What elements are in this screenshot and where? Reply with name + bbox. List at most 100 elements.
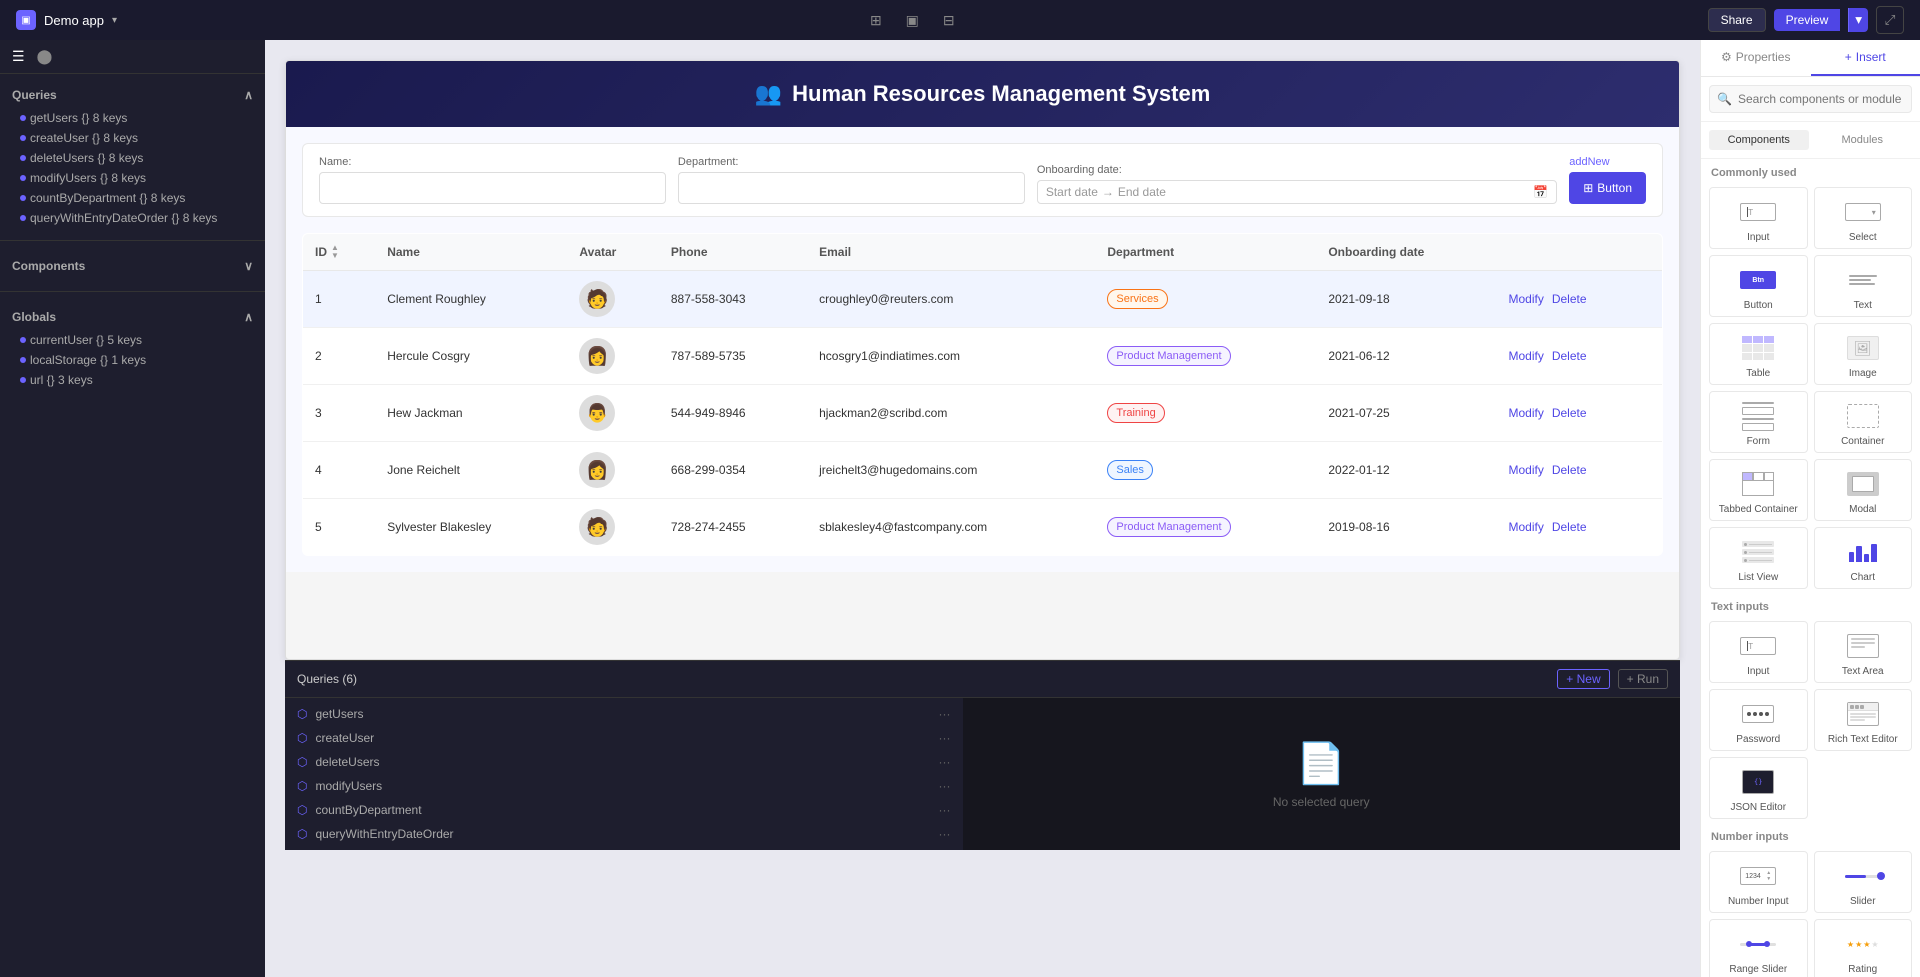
sort-icon[interactable]: ▲▼ (331, 244, 339, 260)
modify-link[interactable]: Modify (1509, 292, 1544, 306)
modify-link[interactable]: Modify (1509, 520, 1544, 534)
modify-link[interactable]: Modify (1509, 406, 1544, 420)
avatar: 👩 (579, 452, 615, 488)
query-item-createuser[interactable]: ⬡createUser ··· (285, 726, 963, 750)
component-rating[interactable]: ★ ★ ★ ★ Rating (1814, 919, 1913, 977)
layout-btn-2[interactable]: ▣ (902, 8, 923, 33)
component-textarea[interactable]: Text Area (1814, 621, 1913, 683)
tab-modules[interactable]: Modules (1813, 130, 1913, 150)
modify-link[interactable]: Modify (1509, 349, 1544, 363)
query-more-icon[interactable]: ··· (939, 827, 951, 841)
component-form[interactable]: Form (1709, 391, 1808, 453)
sidebar-item-getusers[interactable]: getUsers {} 8 keys (12, 108, 253, 128)
component-text-input[interactable]: T Input (1709, 621, 1808, 683)
component-button[interactable]: Btn Button (1709, 255, 1808, 317)
component-text[interactable]: Text (1814, 255, 1913, 317)
share-button[interactable]: Share (1708, 8, 1766, 32)
delete-link[interactable]: Delete (1552, 406, 1587, 420)
query-more-icon[interactable]: ··· (939, 803, 951, 817)
table-row[interactable]: 3 Hew Jackman 👨 544-949-8946 hjackman2@s… (303, 385, 1663, 442)
commonly-used-section: Commonly used T Input ▾ Select Btn (1701, 159, 1920, 977)
textarea-label: Text Area (1821, 666, 1906, 678)
list-view-icon (1716, 536, 1801, 568)
table-row[interactable]: 2 Hercule Cosgry 👩 787-589-5735 hcosgry1… (303, 328, 1663, 385)
table-row[interactable]: 4 Jone Reichelt 👩 668-299-0354 jreichelt… (303, 442, 1663, 499)
sidebar-menu-icon[interactable]: ☰ (12, 48, 25, 65)
table-icon (1716, 332, 1801, 364)
component-select[interactable]: ▾ Select (1814, 187, 1913, 249)
component-number-input[interactable]: 1234 ▲▼ Number Input (1709, 851, 1808, 913)
layout-btn-3[interactable]: ⊟ (939, 8, 959, 33)
component-rich-text[interactable]: Rich Text Editor (1814, 689, 1913, 751)
component-chart[interactable]: Chart (1814, 527, 1913, 589)
search-input[interactable] (1709, 85, 1912, 113)
query-more-icon[interactable]: ··· (939, 731, 951, 745)
sidebar-item-localstorage[interactable]: localStorage {} 1 keys (12, 350, 253, 370)
table-row[interactable]: 5 Sylvester Blakesley 🧑 728-274-2455 sbl… (303, 499, 1663, 556)
cell-name: Sylvester Blakesley (375, 499, 567, 556)
component-tabbed-container[interactable]: Tabbed Container (1709, 459, 1808, 521)
queries-count: Queries (6) (297, 672, 357, 686)
preview-button[interactable]: Preview (1774, 9, 1841, 31)
add-button[interactable]: ⊞ Button (1569, 172, 1646, 204)
sidebar-dot-icon[interactable]: ⬤ (37, 48, 53, 65)
run-button[interactable]: + Run (1618, 669, 1668, 689)
cell-email: sblakesley4@fastcompany.com (807, 499, 1095, 556)
query-item-label: modifyUsers (315, 779, 382, 793)
sidebar-item-deleteusers[interactable]: deleteUsers {} 8 keys (12, 148, 253, 168)
number-input-label: Number Input (1716, 896, 1801, 908)
query-more-icon[interactable]: ··· (939, 779, 951, 793)
query-item-deleteusers[interactable]: ⬡deleteUsers ··· (285, 750, 963, 774)
layout-btn-1[interactable]: ⊞ (866, 8, 886, 33)
component-password[interactable]: Password (1709, 689, 1808, 751)
tab-insert[interactable]: + Insert (1811, 40, 1920, 76)
delete-link[interactable]: Delete (1552, 520, 1587, 534)
query-item-getusers[interactable]: ⬡getUsers ··· (285, 702, 963, 726)
tab-properties[interactable]: ⚙ Properties (1701, 40, 1811, 76)
filter-department-select[interactable] (678, 172, 1025, 204)
query-item-modifyusers[interactable]: ⬡modifyUsers ··· (285, 774, 963, 798)
component-slider[interactable]: Slider (1814, 851, 1913, 913)
cell-phone: 544-949-8946 (659, 385, 807, 442)
delete-link[interactable]: Delete (1552, 292, 1587, 306)
component-range-slider[interactable]: Range Slider (1709, 919, 1808, 977)
filter-date-range[interactable]: Start date → End date 📅 (1037, 180, 1557, 204)
query-more-icon[interactable]: ··· (939, 707, 951, 721)
query-item-countbydept[interactable]: ⬡countByDepartment ··· (285, 798, 963, 822)
global-name: currentUser {} 5 keys (30, 333, 142, 347)
avatar: 🧑 (579, 281, 615, 317)
sidebar-item-currentuser[interactable]: currentUser {} 5 keys (12, 330, 253, 350)
delete-link[interactable]: Delete (1552, 349, 1587, 363)
sidebar-item-url[interactable]: url {} 3 keys (12, 370, 253, 390)
component-container[interactable]: Container (1814, 391, 1913, 453)
filter-name-input[interactable] (319, 172, 666, 204)
component-list-view[interactable]: List View (1709, 527, 1808, 589)
query-more-icon[interactable]: ··· (939, 755, 951, 769)
sidebar-item-createuser[interactable]: createUser {} 8 keys (12, 128, 253, 148)
component-modal[interactable]: Modal (1814, 459, 1913, 521)
globals-header[interactable]: Globals ∧ (12, 304, 253, 330)
table-row[interactable]: 1 Clement Roughley 🧑 887-558-3043 crough… (303, 271, 1663, 328)
components-header[interactable]: Components ∨ (12, 253, 253, 279)
button-icon: Btn (1716, 264, 1801, 296)
new-query-button[interactable]: + New (1557, 669, 1609, 689)
no-query-icon: 📄 (1296, 740, 1346, 787)
sidebar-item-modifyusers[interactable]: modifyUsers {} 8 keys (12, 168, 253, 188)
expand-button[interactable]: ⤢ (1876, 6, 1904, 34)
col-onboarding: Onboarding date (1316, 234, 1496, 271)
component-table[interactable]: Table (1709, 323, 1808, 385)
query-item-querywithentry[interactable]: ⬡queryWithEntryDateOrder ··· (285, 822, 963, 846)
preview-dropdown-button[interactable]: ▾ (1848, 8, 1868, 32)
queries-header[interactable]: Queries ∧ (12, 82, 253, 108)
sidebar-item-countbydepartment[interactable]: countByDepartment {} 8 keys (12, 188, 253, 208)
modify-link[interactable]: Modify (1509, 463, 1544, 477)
queries-collapse-icon: ∧ (244, 88, 253, 102)
sidebar-item-querywithentry[interactable]: queryWithEntryDateOrder {} 8 keys (12, 208, 253, 228)
date-arrow: → (1102, 185, 1114, 199)
component-image[interactable]: 🖼 Image (1814, 323, 1913, 385)
tab-components[interactable]: Components (1709, 130, 1809, 150)
delete-link[interactable]: Delete (1552, 463, 1587, 477)
app-dropdown-icon[interactable]: ▾ (112, 15, 117, 26)
component-input[interactable]: T Input (1709, 187, 1808, 249)
component-json-editor[interactable]: {} JSON Editor (1709, 757, 1808, 819)
